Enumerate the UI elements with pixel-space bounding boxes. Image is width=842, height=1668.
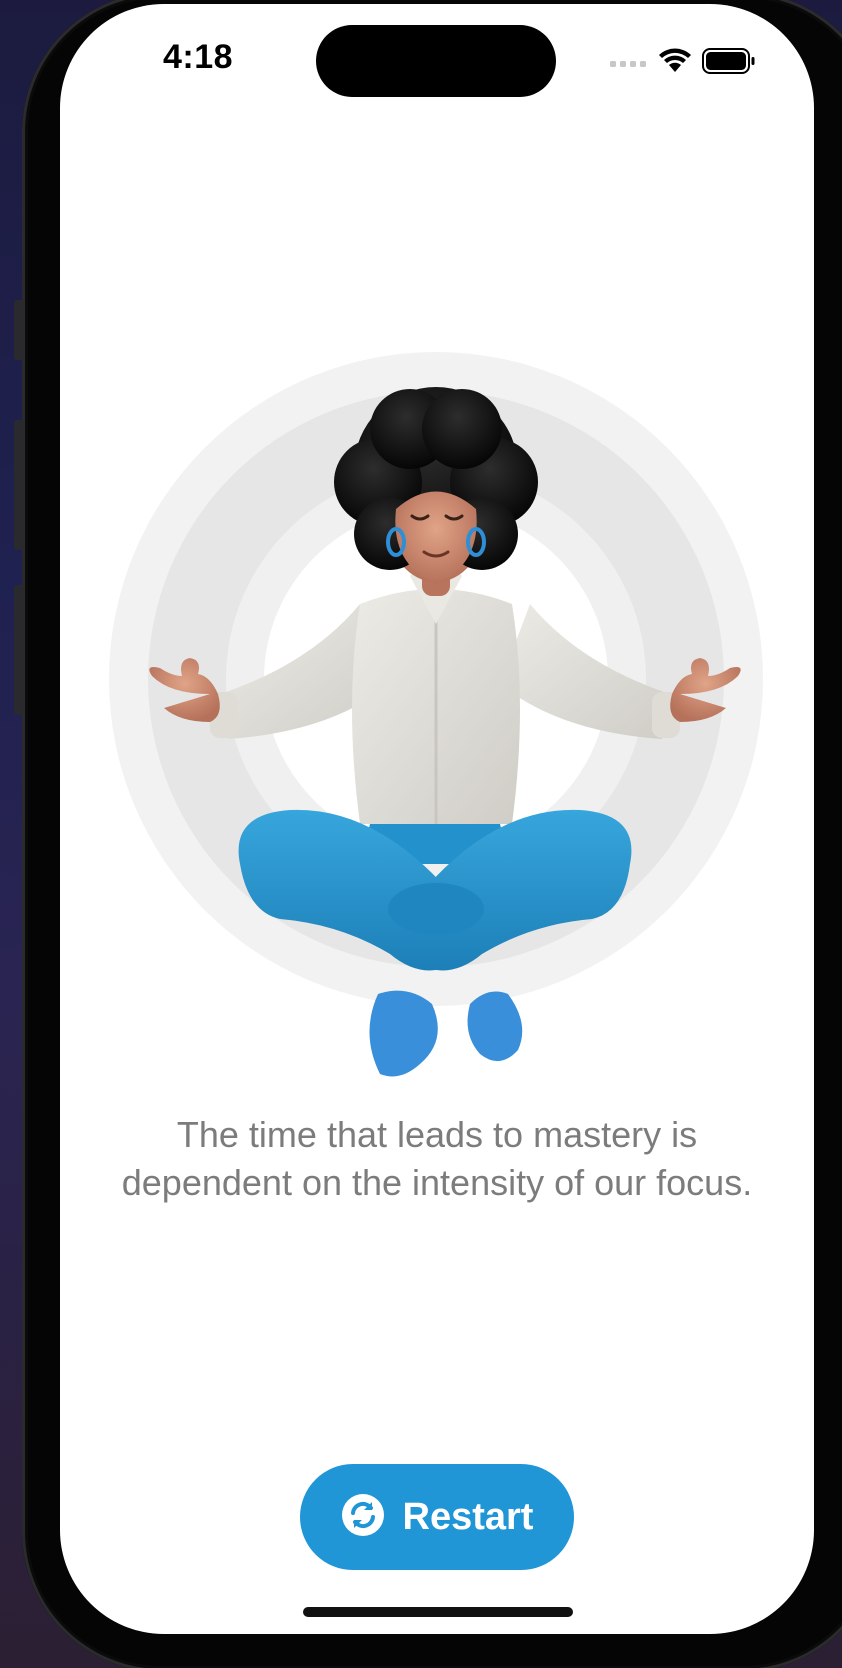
refresh-icon bbox=[341, 1493, 385, 1542]
home-indicator[interactable] bbox=[303, 1607, 573, 1617]
action-button bbox=[14, 300, 24, 360]
meditating-person-illustration bbox=[109, 352, 763, 1077]
volume-up-button bbox=[14, 420, 24, 550]
restart-button[interactable]: Restart bbox=[300, 1464, 574, 1570]
restart-button-label: Restart bbox=[402, 1495, 534, 1538]
quote-line-2: dependent on the intensity of our focus. bbox=[121, 1162, 753, 1203]
app-screen: 4:18 The time that leads to mastery is d… bbox=[60, 4, 814, 1634]
volume-down-button bbox=[14, 585, 24, 715]
quote-line-1: The time that leads to mastery is bbox=[176, 1114, 698, 1155]
focus-quote: The time that leads to mastery is depend… bbox=[60, 1111, 814, 1207]
